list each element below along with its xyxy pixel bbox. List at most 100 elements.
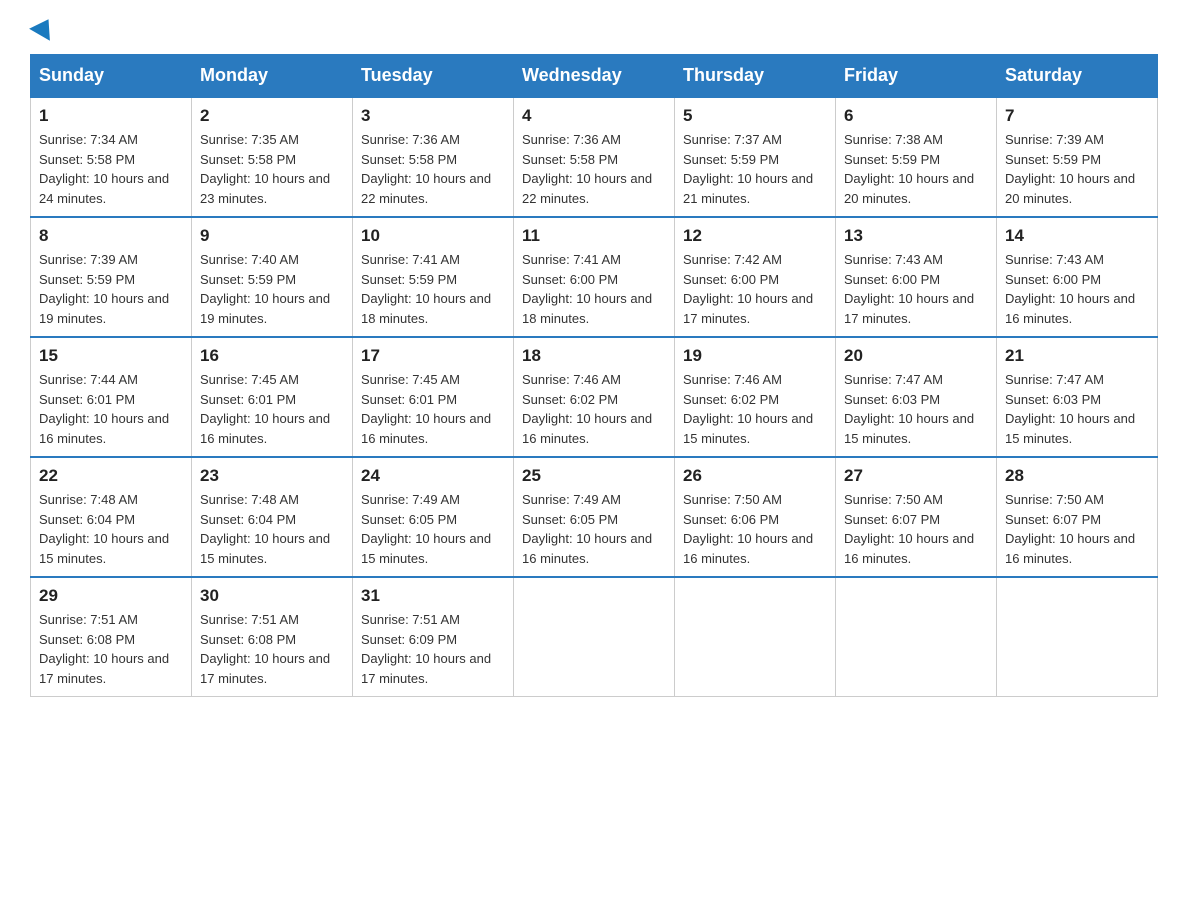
- calendar-week-row: 8 Sunrise: 7:39 AMSunset: 5:59 PMDaylight…: [31, 217, 1158, 337]
- calendar-cell: 10 Sunrise: 7:41 AMSunset: 5:59 PMDayligh…: [353, 217, 514, 337]
- column-header-sunday: Sunday: [31, 55, 192, 98]
- calendar-cell: 17Sunrise: 7:45 AMSunset: 6:01 PMDayligh…: [353, 337, 514, 457]
- calendar-cell: 5 Sunrise: 7:37 AMSunset: 5:59 PMDaylight…: [675, 97, 836, 217]
- calendar-cell: 20 Sunrise: 7:47 AMSunset: 6:03 PMDayligh…: [836, 337, 997, 457]
- day-number: 23: [200, 466, 344, 486]
- calendar-header-row: SundayMondayTuesdayWednesdayThursdayFrid…: [31, 55, 1158, 98]
- day-info: Sunrise: 7:39 AMSunset: 5:59 PMDaylight:…: [39, 250, 183, 328]
- calendar-cell: 16 Sunrise: 7:45 AMSunset: 6:01 PMDayligh…: [192, 337, 353, 457]
- column-header-thursday: Thursday: [675, 55, 836, 98]
- day-number: 6: [844, 106, 988, 126]
- day-info: Sunrise: 7:47 AMSunset: 6:03 PMDaylight:…: [1005, 370, 1149, 448]
- column-header-wednesday: Wednesday: [514, 55, 675, 98]
- calendar-cell: 4Sunrise: 7:36 AMSunset: 5:58 PMDaylight…: [514, 97, 675, 217]
- day-number: 3: [361, 106, 505, 126]
- day-number: 13: [844, 226, 988, 246]
- day-info: Sunrise: 7:51 AMSunset: 6:08 PMDaylight:…: [200, 610, 344, 688]
- day-info: Sunrise: 7:48 AMSunset: 6:04 PMDaylight:…: [200, 490, 344, 568]
- day-info: Sunrise: 7:38 AMSunset: 5:59 PMDaylight:…: [844, 130, 988, 208]
- day-number: 21: [1005, 346, 1149, 366]
- calendar-cell: 15 Sunrise: 7:44 AMSunset: 6:01 PMDayligh…: [31, 337, 192, 457]
- day-info: Sunrise: 7:35 AMSunset: 5:58 PMDaylight:…: [200, 130, 344, 208]
- day-info: Sunrise: 7:44 AMSunset: 6:01 PMDaylight:…: [39, 370, 183, 448]
- calendar-cell: 9 Sunrise: 7:40 AMSunset: 5:59 PMDaylight…: [192, 217, 353, 337]
- calendar-cell: 27 Sunrise: 7:50 AMSunset: 6:07 PMDayligh…: [836, 457, 997, 577]
- day-number: 10: [361, 226, 505, 246]
- day-number: 9: [200, 226, 344, 246]
- day-info: Sunrise: 7:51 AMSunset: 6:09 PMDaylight:…: [361, 610, 505, 688]
- day-number: 22: [39, 466, 183, 486]
- day-info: Sunrise: 7:45 AMSunset: 6:01 PMDaylight:…: [200, 370, 344, 448]
- column-header-friday: Friday: [836, 55, 997, 98]
- day-info: Sunrise: 7:46 AMSunset: 6:02 PMDaylight:…: [683, 370, 827, 448]
- column-header-monday: Monday: [192, 55, 353, 98]
- calendar-cell: 18 Sunrise: 7:46 AMSunset: 6:02 PMDayligh…: [514, 337, 675, 457]
- day-number: 29: [39, 586, 183, 606]
- day-info: Sunrise: 7:48 AMSunset: 6:04 PMDaylight:…: [39, 490, 183, 568]
- day-number: 31: [361, 586, 505, 606]
- calendar-cell: 23 Sunrise: 7:48 AMSunset: 6:04 PMDayligh…: [192, 457, 353, 577]
- calendar-cell: 12 Sunrise: 7:42 AMSunset: 6:00 PMDayligh…: [675, 217, 836, 337]
- day-number: 1: [39, 106, 183, 126]
- day-info: Sunrise: 7:36 AMSunset: 5:58 PMDaylight:…: [522, 130, 666, 208]
- day-number: 25: [522, 466, 666, 486]
- calendar-cell: 13Sunrise: 7:43 AMSunset: 6:00 PMDayligh…: [836, 217, 997, 337]
- calendar-cell: [997, 577, 1158, 697]
- calendar-week-row: 22 Sunrise: 7:48 AMSunset: 6:04 PMDayligh…: [31, 457, 1158, 577]
- calendar-cell: [514, 577, 675, 697]
- calendar-cell: 22 Sunrise: 7:48 AMSunset: 6:04 PMDayligh…: [31, 457, 192, 577]
- calendar-cell: [675, 577, 836, 697]
- calendar-week-row: 1 Sunrise: 7:34 AMSunset: 5:58 PMDaylight…: [31, 97, 1158, 217]
- day-number: 26: [683, 466, 827, 486]
- day-number: 11: [522, 226, 666, 246]
- day-number: 5: [683, 106, 827, 126]
- calendar-cell: 6 Sunrise: 7:38 AMSunset: 5:59 PMDaylight…: [836, 97, 997, 217]
- day-info: Sunrise: 7:37 AMSunset: 5:59 PMDaylight:…: [683, 130, 827, 208]
- calendar-cell: 21 Sunrise: 7:47 AMSunset: 6:03 PMDayligh…: [997, 337, 1158, 457]
- day-info: Sunrise: 7:46 AMSunset: 6:02 PMDaylight:…: [522, 370, 666, 448]
- calendar-cell: [836, 577, 997, 697]
- day-info: Sunrise: 7:50 AMSunset: 6:07 PMDaylight:…: [844, 490, 988, 568]
- calendar-cell: 7 Sunrise: 7:39 AMSunset: 5:59 PMDaylight…: [997, 97, 1158, 217]
- day-number: 15: [39, 346, 183, 366]
- day-info: Sunrise: 7:41 AMSunset: 5:59 PMDaylight:…: [361, 250, 505, 328]
- day-info: Sunrise: 7:43 AMSunset: 6:00 PMDaylight:…: [1005, 250, 1149, 328]
- calendar-week-row: 29 Sunrise: 7:51 AMSunset: 6:08 PMDayligh…: [31, 577, 1158, 697]
- day-number: 20: [844, 346, 988, 366]
- day-number: 8: [39, 226, 183, 246]
- calendar-cell: 3 Sunrise: 7:36 AMSunset: 5:58 PMDaylight…: [353, 97, 514, 217]
- calendar-cell: 28Sunrise: 7:50 AMSunset: 6:07 PMDayligh…: [997, 457, 1158, 577]
- day-number: 19: [683, 346, 827, 366]
- calendar-cell: 11 Sunrise: 7:41 AMSunset: 6:00 PMDayligh…: [514, 217, 675, 337]
- calendar-cell: 19 Sunrise: 7:46 AMSunset: 6:02 PMDayligh…: [675, 337, 836, 457]
- day-info: Sunrise: 7:39 AMSunset: 5:59 PMDaylight:…: [1005, 130, 1149, 208]
- page-header: [30, 20, 1158, 38]
- logo-triangle-icon: [29, 13, 59, 41]
- calendar-table: SundayMondayTuesdayWednesdayThursdayFrid…: [30, 54, 1158, 697]
- day-number: 12: [683, 226, 827, 246]
- day-number: 27: [844, 466, 988, 486]
- day-number: 30: [200, 586, 344, 606]
- day-info: Sunrise: 7:49 AMSunset: 6:05 PMDaylight:…: [361, 490, 505, 568]
- calendar-cell: 2Sunrise: 7:35 AMSunset: 5:58 PMDaylight…: [192, 97, 353, 217]
- day-info: Sunrise: 7:49 AMSunset: 6:05 PMDaylight:…: [522, 490, 666, 568]
- day-number: 14: [1005, 226, 1149, 246]
- day-info: Sunrise: 7:50 AMSunset: 6:07 PMDaylight:…: [1005, 490, 1149, 568]
- day-info: Sunrise: 7:50 AMSunset: 6:06 PMDaylight:…: [683, 490, 827, 568]
- day-info: Sunrise: 7:51 AMSunset: 6:08 PMDaylight:…: [39, 610, 183, 688]
- day-number: 16: [200, 346, 344, 366]
- day-info: Sunrise: 7:41 AMSunset: 6:00 PMDaylight:…: [522, 250, 666, 328]
- day-info: Sunrise: 7:45 AMSunset: 6:01 PMDaylight:…: [361, 370, 505, 448]
- day-info: Sunrise: 7:47 AMSunset: 6:03 PMDaylight:…: [844, 370, 988, 448]
- calendar-cell: 29 Sunrise: 7:51 AMSunset: 6:08 PMDayligh…: [31, 577, 192, 697]
- calendar-cell: 1 Sunrise: 7:34 AMSunset: 5:58 PMDaylight…: [31, 97, 192, 217]
- calendar-cell: 25 Sunrise: 7:49 AMSunset: 6:05 PMDayligh…: [514, 457, 675, 577]
- day-number: 18: [522, 346, 666, 366]
- day-info: Sunrise: 7:42 AMSunset: 6:00 PMDaylight:…: [683, 250, 827, 328]
- calendar-cell: 14 Sunrise: 7:43 AMSunset: 6:00 PMDayligh…: [997, 217, 1158, 337]
- day-info: Sunrise: 7:36 AMSunset: 5:58 PMDaylight:…: [361, 130, 505, 208]
- day-number: 7: [1005, 106, 1149, 126]
- day-info: Sunrise: 7:40 AMSunset: 5:59 PMDaylight:…: [200, 250, 344, 328]
- day-info: Sunrise: 7:34 AMSunset: 5:58 PMDaylight:…: [39, 130, 183, 208]
- calendar-week-row: 15 Sunrise: 7:44 AMSunset: 6:01 PMDayligh…: [31, 337, 1158, 457]
